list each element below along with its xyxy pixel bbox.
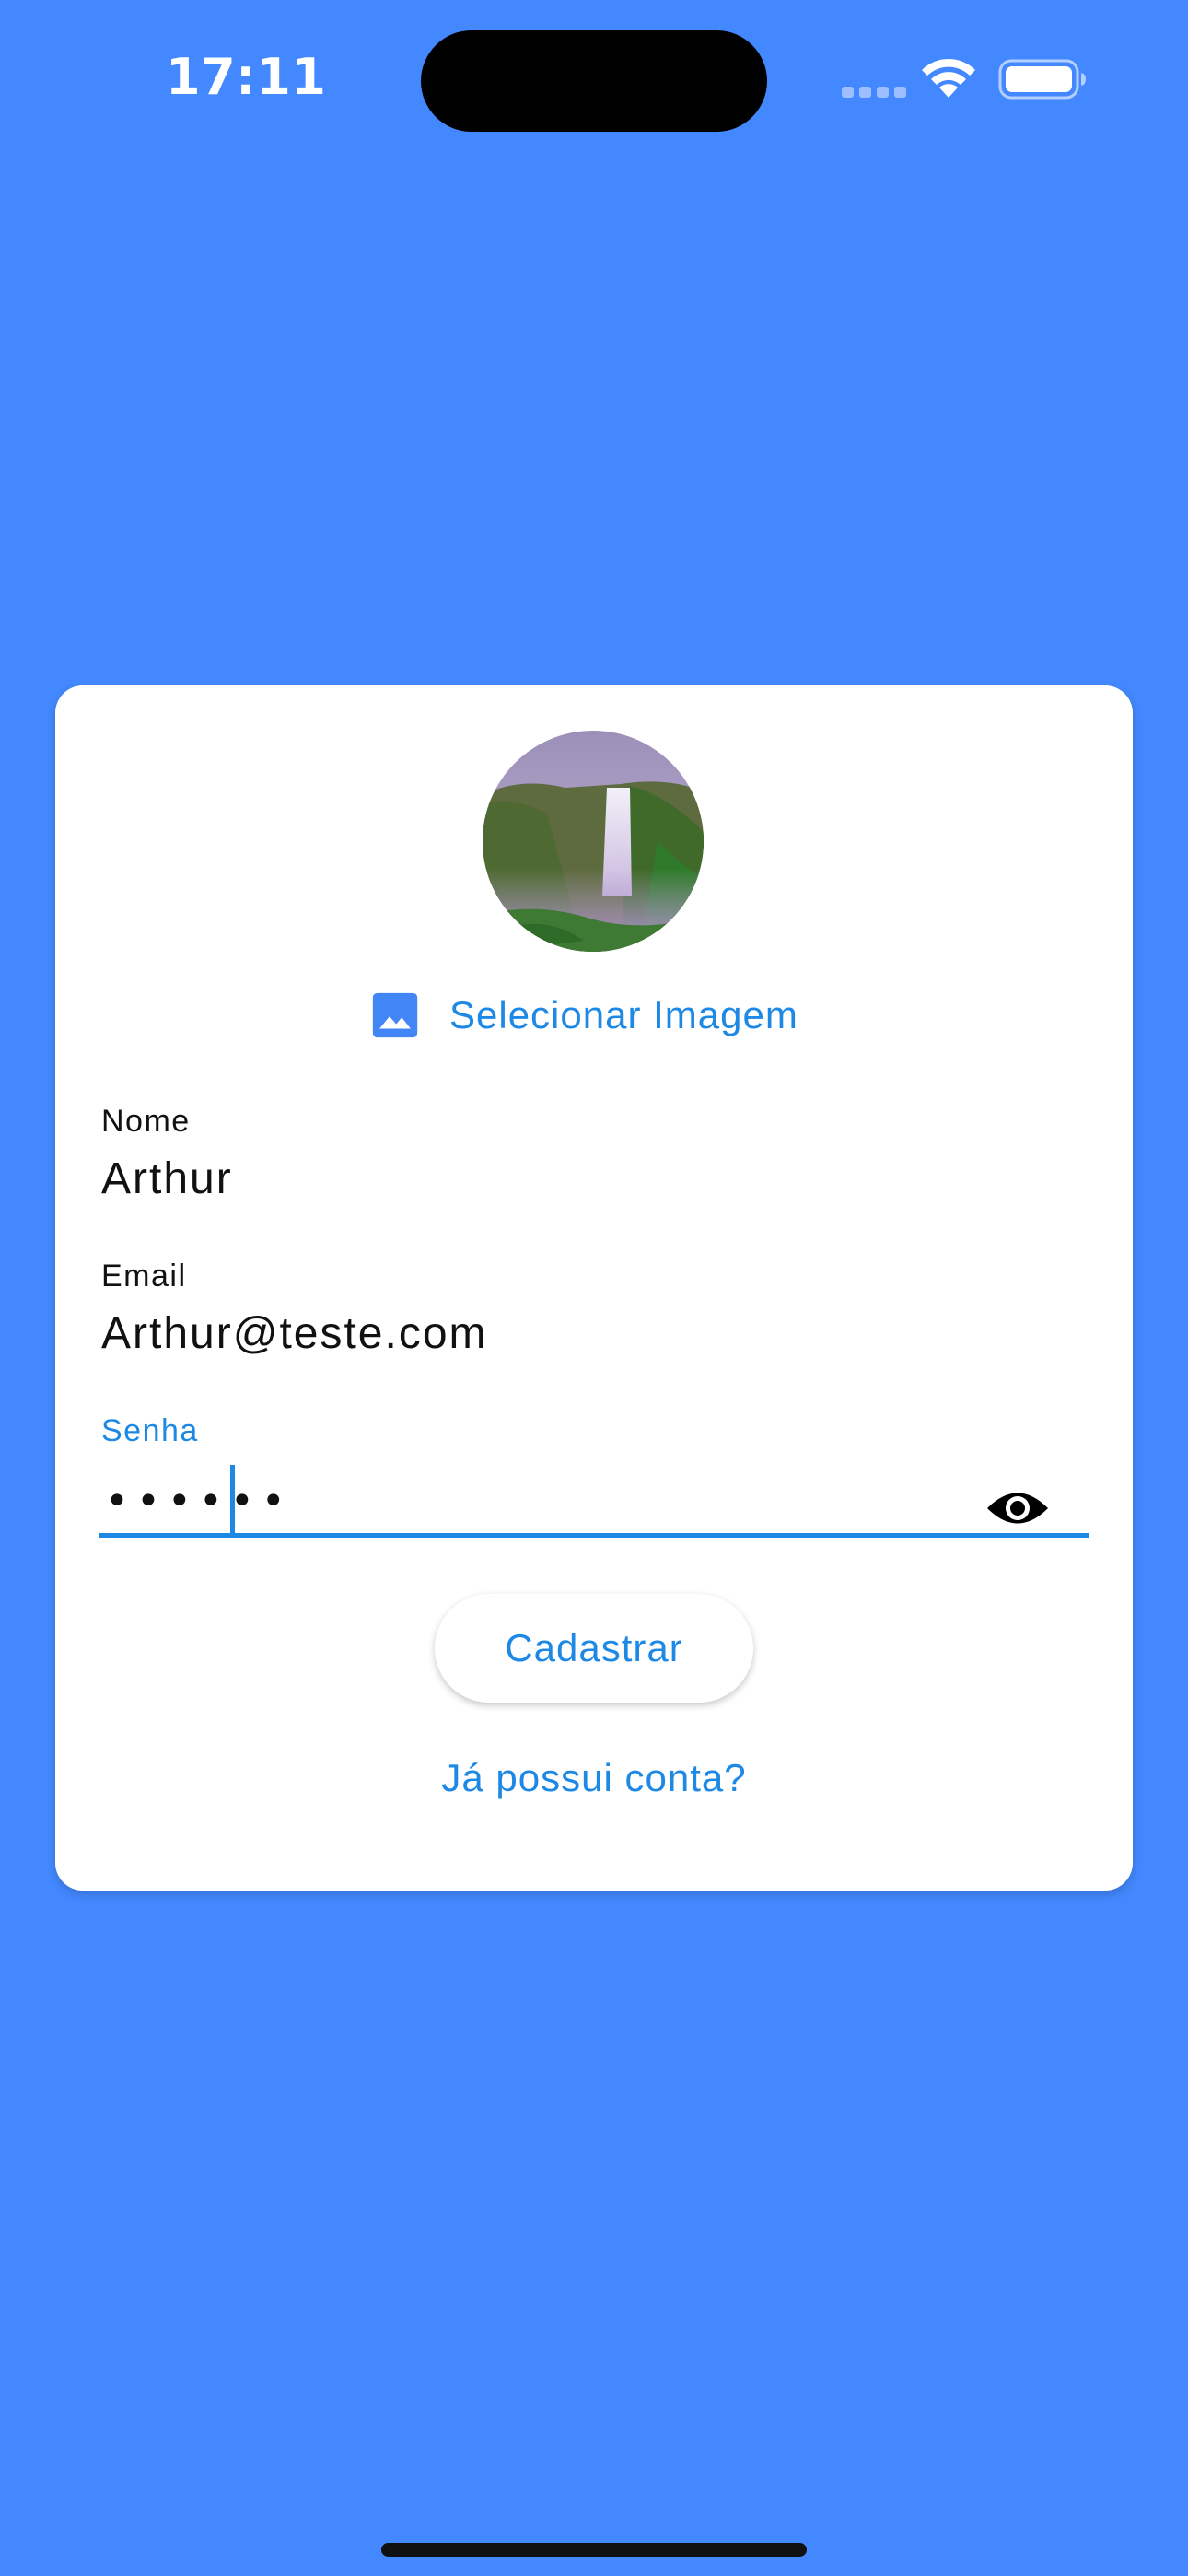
email-field[interactable]: Arthur@teste.com bbox=[101, 1308, 488, 1359]
status-time: 17:11 bbox=[166, 48, 327, 106]
text-cursor bbox=[230, 1465, 235, 1535]
battery-icon bbox=[998, 59, 1086, 100]
name-field[interactable]: Arthur bbox=[101, 1153, 233, 1204]
select-image-button[interactable]: Selecionar Imagem bbox=[368, 986, 798, 1045]
password-value: •••••• bbox=[105, 1478, 293, 1525]
name-label: Nome bbox=[101, 1104, 191, 1139]
waterfall-photo bbox=[483, 731, 704, 952]
image-icon bbox=[372, 992, 418, 1038]
dynamic-island bbox=[421, 30, 767, 132]
password-field[interactable]: •••••• bbox=[99, 1441, 1089, 1538]
cellular-signal-icon bbox=[842, 87, 906, 98]
select-image-label: Selecionar Imagem bbox=[449, 993, 798, 1036]
wifi-icon bbox=[922, 58, 975, 98]
signup-card: Selecionar Imagem Nome Arthur Email Arth… bbox=[55, 685, 1133, 1891]
home-indicator[interactable] bbox=[381, 2543, 807, 2557]
email-label: Email bbox=[101, 1259, 187, 1294]
register-button[interactable]: Cadastrar bbox=[435, 1594, 753, 1703]
avatar[interactable] bbox=[483, 731, 704, 952]
eye-icon[interactable] bbox=[985, 1485, 1050, 1531]
login-link[interactable]: Já possui conta? bbox=[55, 1756, 1133, 1800]
